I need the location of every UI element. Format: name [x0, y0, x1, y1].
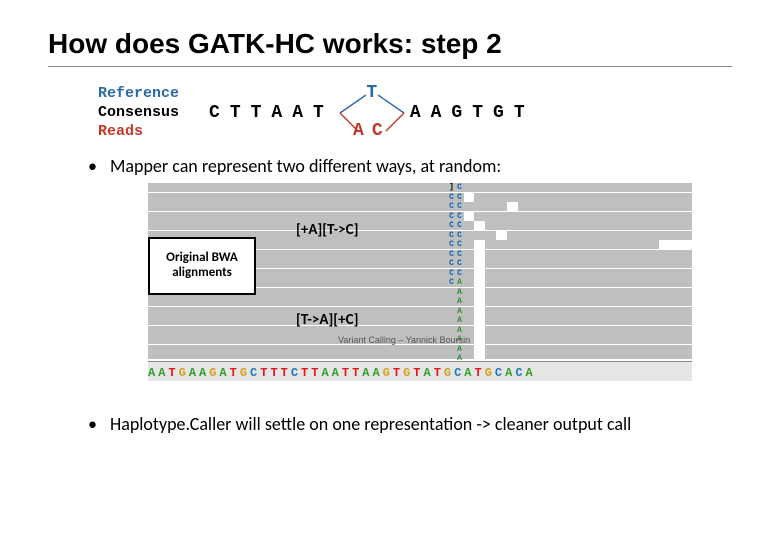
variant-column-1: ]CCCCCCCCCC [448, 183, 455, 288]
bullet-haplotypecaller: • Haplotype.Caller will settle on one re… [88, 413, 732, 435]
read-row [485, 297, 692, 306]
bullet-haplotypecaller-text: Haplotype.Caller will settle on one repr… [110, 413, 631, 435]
cigar-bottom: [T->A][+C] [296, 311, 358, 329]
seq-right: AAGTGT [410, 103, 535, 123]
bwa-alignments-label: Original BWA alignments [148, 237, 256, 295]
legend-reference: Reference [98, 85, 179, 104]
bullet-dot-icon: • [88, 413, 110, 435]
read-row [148, 183, 485, 192]
read-row [485, 345, 692, 354]
bullet-mapper-text: Mapper can represent two different ways,… [110, 155, 501, 177]
read-row [485, 335, 692, 344]
alignment-diagram: ]CCCCCCCCCC CCCCCCCCCCAAAAAAAAA Original… [148, 183, 692, 393]
read-row [474, 193, 692, 202]
top-branch-graph: CTTAAT T AC AAGTGT [209, 89, 535, 137]
read-row [485, 326, 692, 335]
read-row [474, 212, 692, 221]
branch-top-base: T [366, 83, 377, 103]
branch-bottom-bases: AC [353, 121, 391, 141]
read-row [485, 354, 692, 359]
footer-attribution: Variant Calling – Yannick Boursin [338, 335, 470, 345]
page-title: How does GATK-HC works: step 2 [0, 0, 780, 62]
legend-consensus: Consensus [98, 104, 179, 123]
read-row [148, 297, 474, 306]
read-row [518, 202, 692, 211]
legend-reads: Reads [98, 123, 179, 142]
read-row [485, 316, 692, 325]
slide-content: Reference Consensus Reads CTTAAT T AC AA… [0, 67, 780, 435]
read-row [485, 240, 659, 249]
read-row [148, 345, 474, 354]
read-row [148, 212, 464, 221]
bullet-mapper: • Mapper can represent two different way… [88, 155, 732, 177]
read-row [507, 231, 692, 240]
cigar-top: [+A][T->C] [296, 221, 358, 239]
read-row [485, 183, 692, 192]
read-row [485, 269, 692, 278]
legend: Reference Consensus Reads [98, 85, 179, 141]
read-row [485, 221, 692, 230]
bullet-dot-icon: • [88, 155, 110, 177]
read-row [485, 278, 692, 287]
read-row [485, 307, 692, 316]
read-row [485, 259, 692, 268]
ref-axis-seq: AATGAAGATGCTTTCTTAATTAAGTGTATGCATGCACA [148, 366, 692, 380]
read-row [148, 354, 474, 359]
read-row [485, 250, 692, 259]
read-row [485, 288, 692, 297]
top-graph-area: Reference Consensus Reads CTTAAT T AC AA… [98, 85, 732, 141]
branch-icon: T AC [336, 89, 408, 137]
read-row [148, 193, 464, 202]
seq-left: CTTAAT [209, 103, 334, 123]
